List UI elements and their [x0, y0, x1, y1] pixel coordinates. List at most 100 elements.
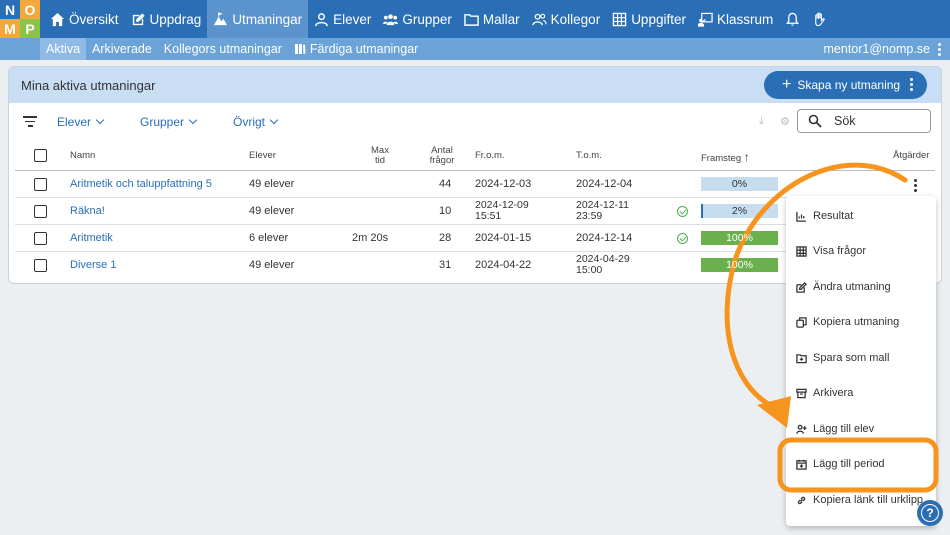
nomp-logo[interactable]: N O M P	[0, 0, 40, 38]
nav-item-mallar[interactable]: Mallar	[458, 0, 526, 38]
menu-item-lagg-till-period[interactable]: Lägg till period	[796, 458, 885, 470]
notifications-button[interactable]	[779, 0, 806, 38]
colleagues-icon	[531, 13, 547, 25]
challenge-name-link[interactable]: Räkna!	[70, 205, 105, 217]
col-framsteg[interactable]: Framsteg ↑	[701, 150, 750, 164]
col-max-tid[interactable]: Max tid	[365, 145, 395, 167]
row-checkbox[interactable]	[34, 178, 47, 191]
progress-fill	[701, 204, 703, 218]
tab-aktiva[interactable]: Aktiva	[40, 38, 87, 60]
create-challenge-button[interactable]: + Skapa ny utmaning	[764, 71, 927, 99]
menu-item-label: Spara som mall	[813, 352, 890, 364]
filter-label: Elever	[57, 115, 92, 129]
logo-letter: O	[20, 0, 40, 19]
users-icon	[383, 13, 399, 25]
row-checkbox[interactable]	[34, 232, 47, 245]
progress-label: 100%	[726, 259, 753, 271]
nav-item-grupper[interactable]: Grupper	[377, 0, 458, 38]
row-checkbox[interactable]	[34, 205, 47, 218]
more-vert-icon[interactable]	[910, 78, 913, 91]
nav-item-elever[interactable]: Elever	[308, 0, 377, 38]
nav-item-uppdrag[interactable]: Uppdrag	[125, 0, 208, 38]
link-icon	[797, 496, 806, 504]
nav-item-kollegor[interactable]: Kollegor	[526, 0, 607, 38]
col-tom[interactable]: T.o.m.	[576, 150, 602, 161]
question-count: 10	[439, 205, 452, 217]
more-vert-icon[interactable]	[914, 179, 917, 192]
filter-label: Grupper	[140, 115, 185, 129]
challenge-name-link[interactable]: Aritmetik och taluppfattning 5	[70, 178, 212, 190]
help-button[interactable]: ?	[917, 500, 943, 526]
menu-item-arkivera[interactable]: Arkivera	[796, 387, 853, 399]
sub-navigation: Aktiva Arkiverade Kollegors utmaningar F…	[0, 38, 950, 60]
challenge-name-link[interactable]: Diverse 1	[70, 259, 116, 271]
archive-icon	[796, 388, 807, 398]
chevron-down-icon	[95, 115, 105, 125]
user-plus-icon	[796, 424, 807, 434]
row-checkbox[interactable]	[34, 259, 47, 272]
col-antal-fragor[interactable]: Antal frågor	[425, 145, 459, 167]
search-input[interactable]: Sök	[797, 109, 931, 133]
menu-item-label: Resultat	[813, 210, 854, 222]
menu-item-label: Arkivera	[813, 387, 854, 399]
menu-item-visa-fragor[interactable]: Visa frågor	[796, 245, 866, 257]
logo-letter: M	[0, 19, 20, 38]
help-icon: ?	[921, 504, 939, 522]
menu-item-lagg-till-elev[interactable]: Lägg till elev	[796, 423, 874, 435]
tab-label: Kollegors utmaningar	[163, 42, 282, 56]
filter-elever-dropdown[interactable]: Elever	[57, 115, 105, 129]
nav-item-label: Uppgifter	[631, 11, 686, 27]
menu-item-kopiera-lank[interactable]: Kopiera länk till urklipp	[796, 494, 923, 506]
table-header: Namn Elever Max tid Antal frågor Fr.o.m.…	[15, 141, 935, 171]
nav-item-label: Översikt	[69, 11, 119, 27]
col-atgarder: Åtgärder	[893, 150, 930, 161]
question-count: 28	[439, 232, 452, 244]
download-icon[interactable]: ⤓	[759, 115, 771, 127]
nav-item-uppgifter[interactable]: Uppgifter	[606, 0, 692, 38]
col-elever[interactable]: Elever	[249, 150, 276, 161]
user-email: mentor1@nomp.se	[823, 42, 931, 56]
menu-item-label: Ändra utmaning	[813, 281, 891, 293]
filter-grupper-dropdown[interactable]: Grupper	[140, 115, 198, 129]
grid-icon	[612, 12, 627, 26]
nav-item-label: Uppdrag	[149, 11, 202, 27]
pencil-icon	[796, 281, 807, 293]
menu-item-resultat[interactable]: Resultat	[796, 210, 853, 222]
nav-item-label: Kollegor	[550, 11, 601, 27]
filter-ovrigt-dropdown[interactable]: Övrigt	[233, 115, 279, 129]
progress-bar: 100%	[701, 231, 778, 245]
menu-item-andra-utmaning[interactable]: Ändra utmaning	[796, 281, 891, 293]
nav-item-oversikt[interactable]: Översikt	[44, 0, 125, 38]
nav-item-utmaningar[interactable]: Utmaningar	[207, 0, 309, 38]
menu-item-kopiera-utmaning[interactable]: Kopiera utmaning	[796, 316, 899, 328]
nav-item-label: Klassrum	[716, 11, 774, 27]
tab-fardiga-utmaningar[interactable]: Färdiga utmaningar	[288, 38, 424, 60]
edit-icon	[132, 12, 145, 25]
filter-icon[interactable]	[23, 116, 37, 130]
select-all-checkbox[interactable]	[34, 149, 47, 162]
col-namn[interactable]: Namn	[70, 150, 95, 161]
col-from[interactable]: Fr.o.m.	[475, 150, 505, 161]
menu-item-label: Visa frågor	[813, 245, 866, 257]
table-row[interactable]: Aritmetik och taluppfattning 5 49 elever…	[15, 171, 935, 198]
menu-item-spara-som-mall[interactable]: Spara som mall	[796, 352, 889, 364]
to-date: 2024-12-04	[576, 178, 633, 190]
create-button-label: Skapa ny utmaning	[797, 78, 901, 92]
nav-item-label: Grupper	[402, 11, 452, 27]
menu-item-label: Kopiera länk till urklipp	[813, 494, 924, 506]
students-count: 49 elever	[249, 178, 295, 190]
user-menu[interactable]: mentor1@nomp.se	[824, 38, 943, 60]
challenge-name-link[interactable]: Aritmetik	[70, 232, 113, 244]
students-count: 49 elever	[249, 259, 295, 271]
book-icon	[294, 44, 306, 54]
raise-hand-button[interactable]	[806, 0, 833, 38]
from-date: 2024-12-09 15:51	[475, 199, 529, 223]
students-count: 49 elever	[249, 205, 295, 217]
question-count: 44	[439, 178, 452, 190]
tab-kollegors-utmaningar[interactable]: Kollegors utmaningar	[158, 38, 288, 60]
tab-label: Aktiva	[46, 42, 81, 56]
nav-item-klassrum[interactable]: Klassrum	[692, 0, 779, 38]
tab-arkiverade[interactable]: Arkiverade	[86, 38, 158, 60]
more-vert-icon[interactable]	[938, 42, 942, 56]
gear-icon[interactable]: ⚙	[780, 115, 792, 128]
